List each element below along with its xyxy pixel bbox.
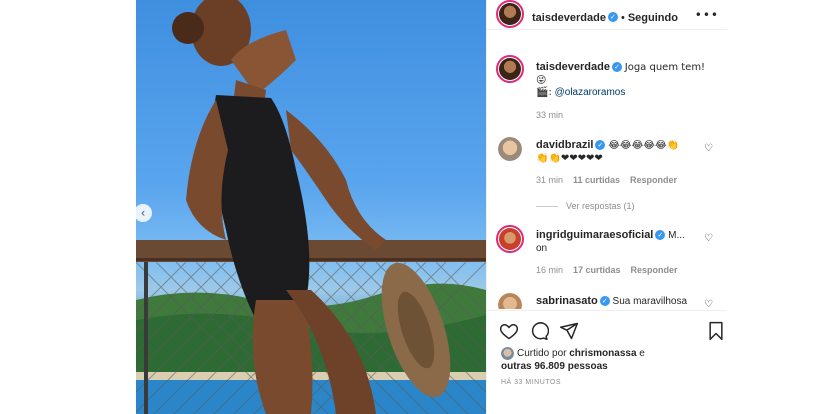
reply-button[interactable]: Responder bbox=[630, 175, 677, 185]
post-sidebar: taisdeverdade ✓ • Seguindo ••• taisdeverdad… bbox=[486, 0, 727, 414]
likes-summary: Curtido por chrismonassa e outras 96.809… bbox=[501, 347, 645, 373]
comment-text: Sua maravilhosa bbox=[612, 296, 688, 307]
clapperboard-icon: 🎬: bbox=[536, 87, 552, 98]
caption-mention[interactable]: @olazaroramos bbox=[555, 87, 626, 98]
commenter-username[interactable]: davidbrazil bbox=[536, 139, 593, 151]
heart-icon[interactable]: ♡ bbox=[704, 299, 713, 309]
commenter-username[interactable]: sabrinasato bbox=[536, 295, 598, 307]
heart-icon[interactable]: ♡ bbox=[704, 233, 713, 244]
instagram-post-modal: ‹ taisdeverdade ✓ • Seguindo ••• taisdeverd… bbox=[0, 0, 828, 414]
caption-username[interactable]: taisdeverdade bbox=[536, 61, 610, 73]
photo-illustration bbox=[136, 0, 486, 414]
comment-time: 16 min bbox=[536, 265, 564, 275]
author-username[interactable]: taisdeverdade bbox=[532, 12, 606, 24]
comment-icon[interactable] bbox=[529, 321, 549, 341]
verified-badge-icon: ✓ bbox=[607, 11, 618, 22]
comment-likes[interactable]: 11 curtidas bbox=[573, 175, 620, 185]
likes-count[interactable]: outras 96.809 pessoas bbox=[501, 361, 608, 372]
comments-list[interactable]: taisdeverdade ✓ Joga quem tem! 😜 🎬: @olaz… bbox=[487, 31, 727, 309]
view-replies-button[interactable]: Ver respostas (1) bbox=[536, 201, 635, 211]
commenter-username[interactable]: ingridguimaraesoficial bbox=[536, 229, 653, 241]
bookmark-icon[interactable] bbox=[707, 321, 725, 341]
verified-badge-icon: ✓ bbox=[611, 62, 622, 73]
share-icon[interactable] bbox=[559, 321, 579, 341]
verified-badge-icon: ✓ bbox=[599, 296, 610, 307]
more-options-icon[interactable]: ••• bbox=[695, 8, 719, 22]
post-actions: Curtido por chrismonassa e outras 96.809… bbox=[487, 310, 727, 404]
likes-prefix: Curtido por bbox=[517, 348, 567, 359]
reply-button[interactable]: Responder bbox=[631, 265, 678, 275]
liker-username[interactable]: chrismonassa bbox=[569, 348, 636, 359]
comment-likes[interactable]: 17 curtidas bbox=[573, 265, 621, 275]
comment-text-continued: 👏👏❤❤❤❤❤ bbox=[536, 153, 603, 164]
view-replies-label: Ver respostas (1) bbox=[566, 201, 635, 211]
likes-suffix: e bbox=[639, 348, 645, 359]
verified-badge-icon: ✓ bbox=[655, 230, 666, 241]
commenter-avatar[interactable] bbox=[498, 293, 522, 309]
follow-status-button[interactable]: Seguindo bbox=[628, 12, 678, 24]
separator-dot: • bbox=[620, 12, 625, 24]
heart-icon[interactable] bbox=[499, 321, 519, 341]
heart-icon[interactable]: ♡ bbox=[704, 143, 713, 154]
post-photo[interactable] bbox=[136, 0, 486, 414]
comment-text-continued: on bbox=[536, 243, 548, 254]
caption-avatar[interactable] bbox=[496, 55, 524, 83]
post-timestamp: HÁ 33 MINUTOS bbox=[501, 379, 562, 386]
chevron-left-icon[interactable]: ‹ bbox=[134, 204, 152, 222]
caption-time: 33 min bbox=[536, 110, 564, 120]
replies-divider bbox=[536, 206, 558, 208]
author-avatar[interactable] bbox=[496, 0, 524, 28]
post-header: taisdeverdade ✓ • Seguindo ••• bbox=[487, 0, 727, 30]
verified-badge-icon: ✓ bbox=[595, 140, 606, 151]
comment-text: 😂😂😂😂😂👏 bbox=[608, 140, 680, 151]
commenter-avatar[interactable] bbox=[498, 137, 522, 161]
comment-text: M... bbox=[668, 230, 685, 241]
comment-time: 31 min bbox=[536, 175, 564, 185]
commenter-avatar[interactable] bbox=[496, 225, 524, 253]
